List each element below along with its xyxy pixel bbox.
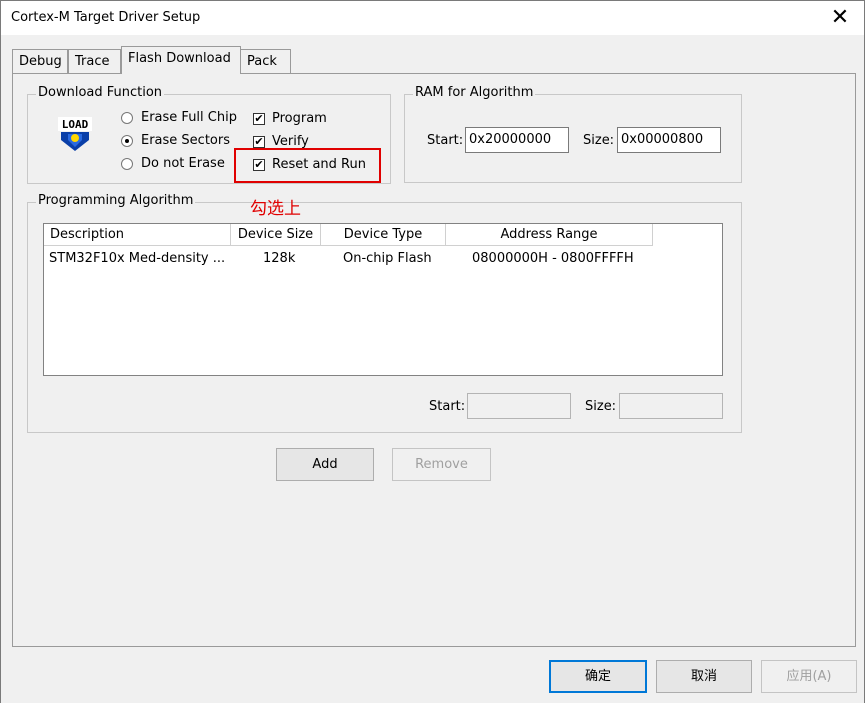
ram-size-input[interactable]: 0x00000800	[617, 127, 721, 153]
group-title: RAM for Algorithm	[413, 85, 536, 100]
ram-start-label: Start:	[427, 133, 464, 148]
column-header-device-type[interactable]: Device Type	[321, 224, 446, 246]
cell-device-size: 128k	[263, 251, 296, 266]
algo-size-label: Size:	[585, 399, 617, 414]
ram-size-label: Size:	[583, 133, 615, 148]
cell-device-type: On-chip Flash	[343, 251, 432, 266]
close-icon[interactable]: ✕	[826, 4, 854, 32]
column-header-device-size[interactable]: Device Size	[231, 224, 321, 246]
checkbox-label: Program	[272, 111, 327, 126]
annotation-highlight-box	[234, 148, 381, 183]
annotation-text: 勾选上	[250, 199, 301, 219]
tab-label: Flash Download	[128, 51, 231, 66]
cancel-button[interactable]: 取消	[656, 660, 752, 693]
verify-checkbox[interactable]: ✔ Verify	[253, 134, 309, 149]
tab-label: Trace	[75, 54, 110, 69]
algorithm-list[interactable]: Description Device Size Device Type Addr…	[43, 223, 723, 376]
algo-size-input[interactable]	[619, 393, 723, 419]
tab-trace[interactable]: Trace	[68, 49, 121, 73]
column-header-address-range[interactable]: Address Range	[446, 224, 653, 246]
algo-start-label: Start:	[429, 399, 466, 414]
window-title: Cortex-M Target Driver Setup	[11, 10, 201, 25]
cell-address-range: 08000000H - 0800FFFFH	[472, 251, 634, 266]
tab-label: Pack	[247, 54, 277, 69]
ok-button[interactable]: 确定	[549, 660, 647, 693]
do-not-erase-radio[interactable]: Do not Erase	[121, 156, 225, 171]
tab-debug[interactable]: Debug	[12, 49, 68, 73]
radio-label: Erase Sectors	[141, 133, 230, 148]
apply-button[interactable]: 应用(A)	[761, 660, 857, 693]
remove-button[interactable]: Remove	[392, 448, 491, 481]
title-bar: Cortex-M Target Driver Setup ✕	[1, 1, 864, 35]
checkbox-label: Verify	[272, 134, 309, 149]
radio-indicator	[121, 157, 133, 170]
radio-indicator	[121, 111, 133, 124]
erase-full-chip-radio[interactable]: Erase Full Chip	[121, 110, 237, 125]
tab-label: Debug	[19, 54, 62, 69]
dialog-window: Cortex-M Target Driver Setup ✕ Debug Tra…	[0, 0, 865, 703]
cell-description: STM32F10x Med-density ...	[49, 251, 226, 266]
load-icon: LOAD	[58, 117, 92, 151]
radio-indicator	[121, 134, 133, 147]
column-header-description[interactable]: Description	[44, 224, 231, 246]
radio-label: Erase Full Chip	[141, 110, 237, 125]
ram-start-input[interactable]: 0x20000000	[465, 127, 569, 153]
tab-flash-download[interactable]: Flash Download	[121, 46, 241, 74]
check-icon: ✔	[253, 134, 265, 148]
program-checkbox[interactable]: ✔ Program	[253, 111, 327, 126]
radio-label: Do not Erase	[141, 156, 225, 171]
load-icon-text: LOAD	[62, 118, 89, 131]
add-button[interactable]: Add	[276, 448, 374, 481]
erase-sectors-radio[interactable]: Erase Sectors	[121, 133, 230, 148]
tab-pack[interactable]: Pack	[240, 49, 291, 73]
check-icon: ✔	[253, 111, 265, 125]
algo-start-input[interactable]	[467, 393, 571, 419]
group-title: Programming Algorithm	[36, 193, 196, 208]
group-title: Download Function	[36, 85, 165, 100]
